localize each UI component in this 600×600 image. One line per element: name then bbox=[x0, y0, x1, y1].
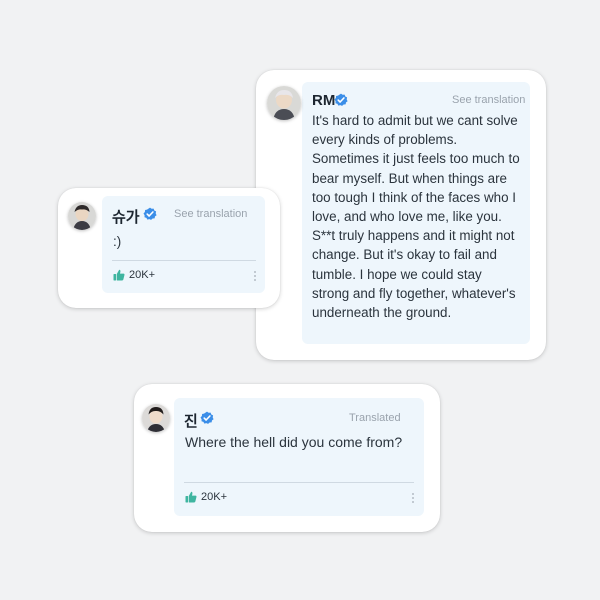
post-text-jin: Where the hell did you come from? bbox=[185, 434, 403, 450]
verified-badge-icon bbox=[334, 93, 348, 106]
avatar-rm-image bbox=[267, 86, 301, 120]
more-options-icon[interactable] bbox=[254, 271, 257, 283]
verified-badge-icon bbox=[143, 207, 157, 220]
thumbs-up-icon bbox=[113, 269, 125, 281]
like-count-label: 20K+ bbox=[201, 491, 227, 503]
avatar-rm[interactable] bbox=[267, 86, 301, 120]
avatar-jin-image bbox=[142, 404, 170, 432]
verified-badge-icon bbox=[200, 411, 214, 424]
post-text-suga: :) bbox=[113, 234, 122, 249]
like-count-label: 20K+ bbox=[129, 269, 155, 281]
author-name-suga[interactable]: 슈가 bbox=[112, 206, 140, 227]
more-options-icon[interactable] bbox=[412, 493, 415, 505]
divider-jin bbox=[184, 482, 414, 483]
see-translation-link-suga[interactable]: See translation bbox=[174, 208, 247, 220]
post-text-rm: It's hard to admit but we cant solve eve… bbox=[312, 113, 520, 321]
see-translation-link-rm[interactable]: See translation bbox=[452, 94, 525, 106]
thumbs-up-icon bbox=[185, 491, 197, 503]
translated-label-jin[interactable]: Translated bbox=[349, 412, 401, 424]
avatar-jin[interactable] bbox=[142, 404, 170, 432]
like-count-jin[interactable]: 20K+ bbox=[185, 491, 227, 503]
author-name-rm[interactable]: RM bbox=[312, 92, 335, 109]
avatar-suga-image bbox=[68, 202, 96, 230]
author-name-jin[interactable]: 진 bbox=[184, 410, 198, 431]
like-count-suga[interactable]: 20K+ bbox=[113, 269, 155, 281]
avatar-suga[interactable] bbox=[68, 202, 96, 230]
divider-suga bbox=[112, 260, 256, 261]
